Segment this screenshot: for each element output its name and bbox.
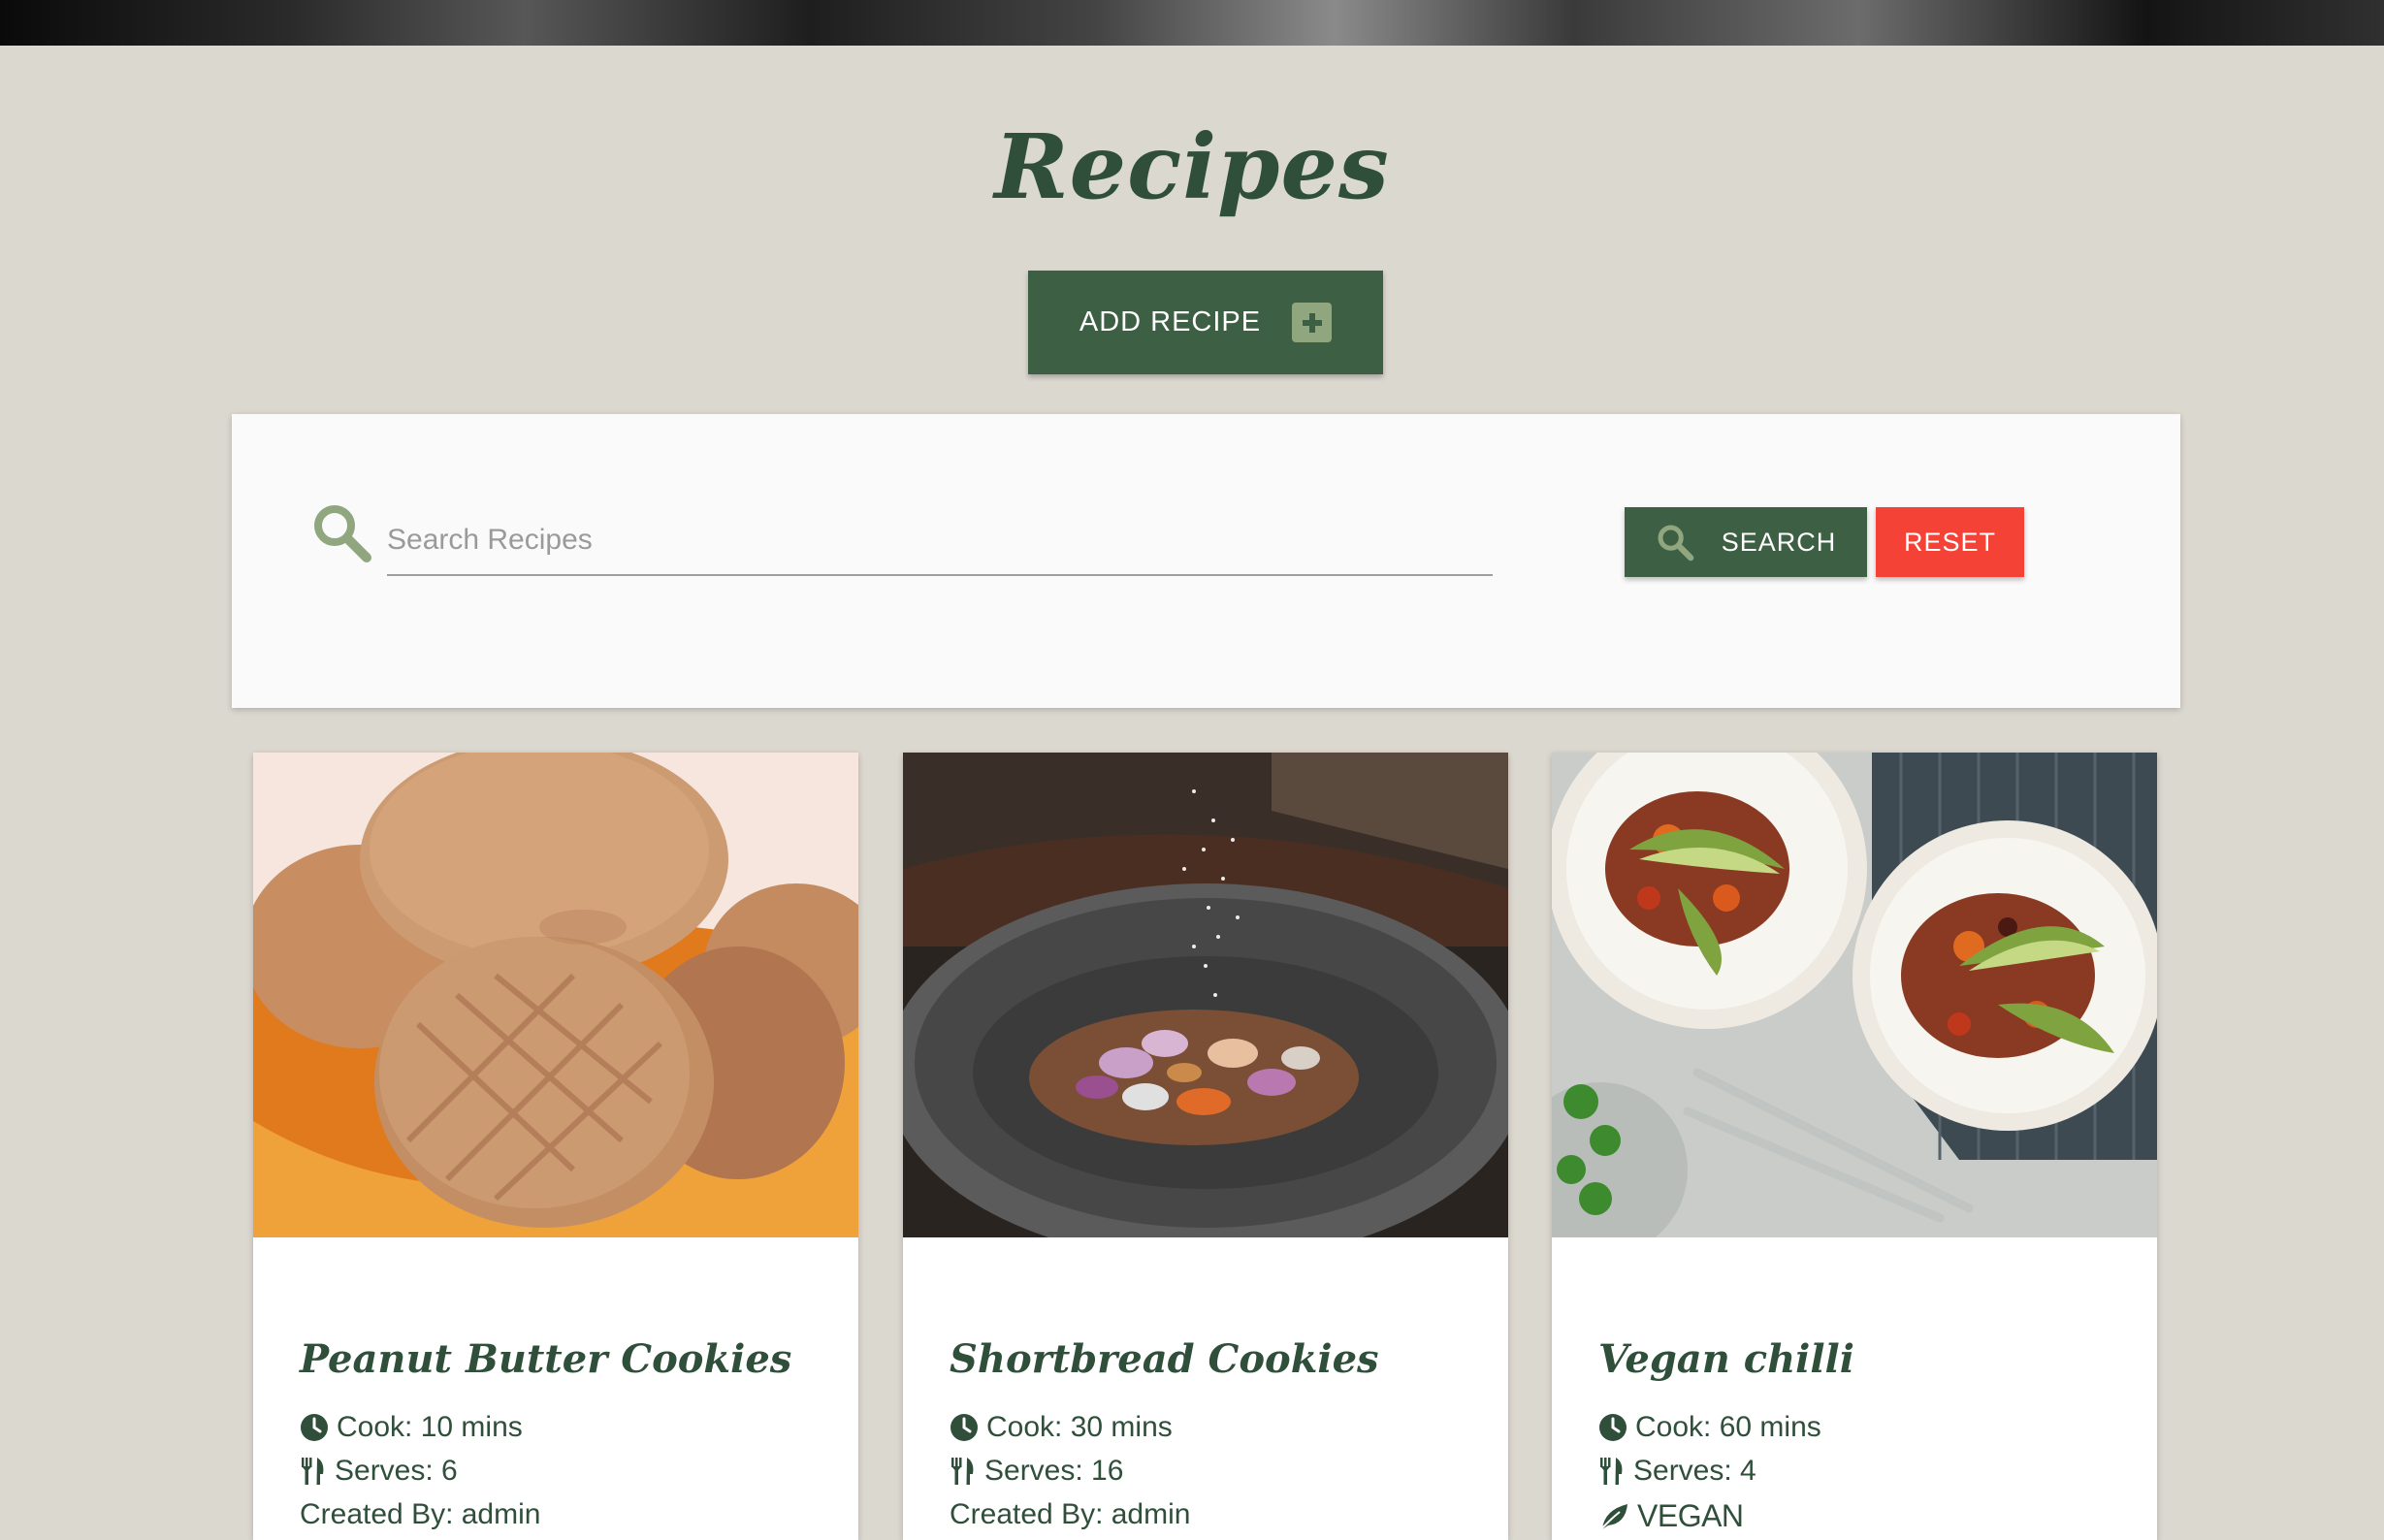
serves: Serves: 16	[984, 1455, 1124, 1487]
created-by: Created By: admin	[300, 1498, 541, 1530]
recipe-card-peanut-butter-cookies[interactable]: Peanut Butter Cookies Cook: 10 mins Serv…	[253, 753, 858, 1540]
vegan-badge: VEGAN	[1598, 1498, 1744, 1534]
cook-time: Cook: 30 mins	[986, 1411, 1173, 1443]
page-title: Recipes	[994, 114, 1390, 219]
cook-time: Cook: 10 mins	[337, 1411, 523, 1443]
cook-time-row: Cook: 60 mins	[1598, 1411, 1821, 1444]
search-icon	[1658, 525, 1694, 561]
hero-image-strip	[0, 0, 2384, 46]
utensils-icon	[302, 1458, 324, 1485]
add-recipe-button[interactable]: ADD RECIPE	[1028, 271, 1383, 374]
clock-icon	[950, 1414, 978, 1441]
recipe-title: Shortbread Cookies	[950, 1336, 1379, 1382]
created-by-row: Created By: admin	[300, 1498, 540, 1531]
recipe-image-peanut-butter-cookies	[253, 753, 858, 1237]
add-recipe-label: ADD RECIPE	[1079, 306, 1262, 337]
serves: Serves: 6	[335, 1455, 458, 1487]
search-input[interactable]	[387, 506, 1493, 576]
utensils-icon	[951, 1458, 974, 1485]
cook-time: Cook: 60 mins	[1635, 1411, 1821, 1443]
serves-row: Serves: 16	[950, 1455, 1123, 1488]
search-button-label: SEARCH	[1721, 527, 1837, 557]
search-icon	[310, 501, 372, 563]
cook-time-row: Cook: 10 mins	[300, 1411, 523, 1444]
serves-row: Serves: 6	[300, 1455, 458, 1488]
plus-square-icon	[1292, 303, 1333, 342]
serves-row: Serves: 4	[1598, 1455, 1756, 1488]
created-by-row: Created By: admin	[950, 1498, 1190, 1531]
recipe-card-shortbread-cookies[interactable]: Shortbread Cookies Cook: 30 mins Serves:…	[903, 753, 1508, 1540]
cook-time-row: Cook: 30 mins	[950, 1411, 1173, 1444]
clock-icon	[301, 1414, 328, 1441]
reset-button[interactable]: RESET	[1876, 507, 2024, 577]
vegan-label: VEGAN	[1637, 1498, 1744, 1533]
recipe-image-vegan-chilli	[1552, 753, 2157, 1237]
clock-icon	[1599, 1414, 1627, 1441]
recipe-image-shortbread-cookies	[903, 753, 1508, 1237]
recipe-title: Peanut Butter Cookies	[300, 1336, 792, 1382]
utensils-icon	[1600, 1458, 1623, 1485]
recipe-card-vegan-chilli[interactable]: Vegan chilli Cook: 60 mins Serves: 4 VEG…	[1552, 753, 2157, 1540]
search-button[interactable]: SEARCH	[1625, 507, 1867, 577]
created-by: Created By: admin	[950, 1498, 1191, 1530]
recipe-title: Vegan chilli	[1598, 1336, 1854, 1382]
leaf-icon	[1599, 1503, 1627, 1531]
serves: Serves: 4	[1633, 1455, 1756, 1487]
